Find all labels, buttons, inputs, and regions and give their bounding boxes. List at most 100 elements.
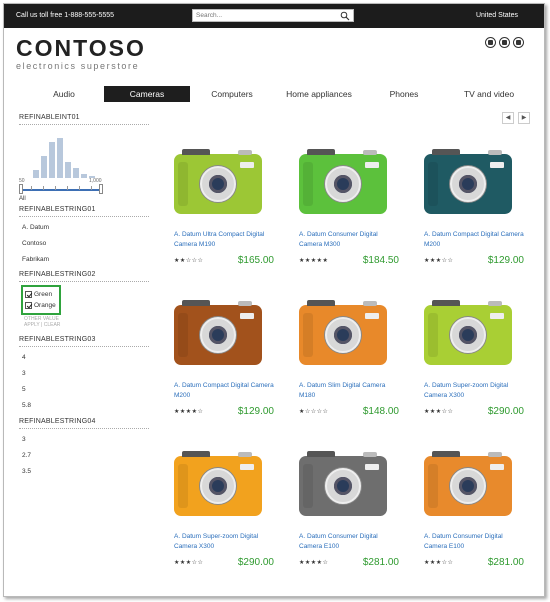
product-image[interactable] — [424, 149, 512, 214]
refiner-option[interactable]: 3 — [19, 432, 149, 448]
product-image[interactable] — [424, 451, 512, 516]
product-name[interactable]: A. Datum Super-zoom Digital Camera X300 — [424, 381, 524, 401]
cart-icon[interactable] — [499, 37, 510, 48]
apply-clear-row: APPLY | CLEAR — [24, 322, 61, 328]
prev-page-button[interactable]: ◀ — [502, 112, 514, 124]
product-image[interactable] — [299, 149, 387, 214]
slider-tick — [55, 186, 56, 190]
logo-tagline: electronics superstore — [16, 61, 140, 71]
product-card[interactable]: A. Datum Consumer Digital Camera E100 ★★★… — [289, 446, 399, 586]
camera-grip — [303, 313, 313, 357]
camera-lens — [200, 166, 236, 202]
camera-shutter — [238, 452, 252, 457]
product-name[interactable]: A. Datum Super-zoom Digital Camera X300 — [174, 532, 274, 552]
camera-shutter — [488, 301, 502, 306]
camera-lens — [200, 468, 236, 504]
search-input[interactable] — [196, 12, 336, 19]
refiner-option[interactable]: 5.8 — [19, 398, 149, 414]
product-image[interactable] — [299, 451, 387, 516]
tab-cameras[interactable]: Cameras — [104, 86, 190, 102]
product-card[interactable]: A. Datum Ultra Compact Digital Camera M1… — [164, 144, 274, 284]
product-name[interactable]: A. Datum Compact Digital Camera M200 — [424, 230, 524, 250]
product-card[interactable]: A. Datum Super-zoom Digital Camera X300 ★… — [414, 295, 524, 435]
histogram-bar — [65, 162, 71, 178]
product-price: $281.00 — [487, 557, 524, 568]
product-name[interactable]: A. Datum Consumer Digital Camera M300 — [299, 230, 399, 250]
product-rating: ★★★☆☆ — [424, 258, 454, 264]
refiner-option[interactable]: Contoso — [19, 236, 149, 252]
histogram-bar — [49, 142, 55, 178]
camera-lens — [450, 166, 486, 202]
camera-shutter — [238, 301, 252, 306]
help-icon[interactable] — [485, 37, 496, 48]
product-card[interactable]: A. Datum Super-zoom Digital Camera X300 ★… — [164, 446, 274, 586]
camera-grip — [178, 162, 188, 206]
product-card[interactable]: A. Datum Slim Digital Camera M180 ★☆☆☆☆ $1… — [289, 295, 399, 435]
camera-grip — [303, 464, 313, 508]
tab-audio[interactable]: Audio — [24, 86, 104, 102]
next-page-button[interactable]: ▶ — [518, 112, 530, 124]
histogram-bar — [41, 156, 47, 178]
question-icon[interactable] — [513, 37, 524, 48]
site-logo[interactable]: CONTOSO electronics superstore — [16, 36, 146, 71]
slider-handle-min[interactable] — [19, 184, 23, 194]
product-price: $165.00 — [237, 255, 274, 266]
product-rating: ★★★★★ — [299, 258, 329, 264]
refiner-option[interactable]: 5 — [19, 382, 149, 398]
refiner-title-string04: REFINABLESTRING04 — [19, 418, 149, 429]
camera-top — [307, 149, 335, 155]
product-card[interactable]: A. Datum Compact Digital Camera M200 ★★★☆… — [414, 144, 524, 284]
camera-top — [182, 451, 210, 457]
product-rating: ★★☆☆☆ — [174, 258, 204, 264]
refiner-option[interactable]: A. Datum — [19, 220, 149, 236]
slider-tick — [79, 186, 80, 190]
checkbox-green[interactable]: Green — [25, 289, 57, 300]
search-box[interactable] — [192, 9, 354, 22]
product-name[interactable]: A. Datum Consumer Digital Camera E100 — [299, 532, 399, 552]
camera-shutter — [363, 452, 377, 457]
camera-grip — [303, 162, 313, 206]
search-icon[interactable] — [340, 11, 350, 21]
product-image[interactable] — [299, 300, 387, 365]
camera-top — [432, 451, 460, 457]
product-rating: ★★★☆☆ — [424, 560, 454, 566]
product-image[interactable] — [174, 149, 262, 214]
product-name[interactable]: A. Datum Consumer Digital Camera E100 — [424, 532, 524, 552]
product-image[interactable] — [174, 300, 262, 365]
clear-button[interactable]: CLEAR — [44, 322, 61, 328]
tab-home-appliances[interactable]: Home appliances — [274, 86, 364, 102]
product-price: $129.00 — [237, 406, 274, 417]
tab-tv-and-video[interactable]: TV and video — [444, 86, 534, 102]
slider-tick — [67, 186, 68, 190]
refiner-option[interactable]: Fabrikam — [19, 252, 149, 268]
product-image[interactable] — [424, 300, 512, 365]
product-price: $148.00 — [362, 406, 399, 417]
product-name[interactable]: A. Datum Slim Digital Camera M180 — [299, 381, 399, 401]
product-card[interactable]: A. Datum Consumer Digital Camera E100 ★★★… — [414, 446, 524, 586]
product-price: $290.00 — [237, 557, 274, 568]
product-card[interactable]: A. Datum Compact Digital Camera M200 ★★★★… — [164, 295, 274, 435]
checkbox-orange[interactable]: Orange — [25, 300, 57, 311]
product-name[interactable]: A. Datum Compact Digital Camera M200 — [174, 381, 274, 401]
product-name[interactable]: A. Datum Ultra Compact Digital Camera M1… — [174, 230, 274, 250]
product-image[interactable] — [174, 451, 262, 516]
product-card[interactable]: A. Datum Consumer Digital Camera M300 ★★★… — [289, 144, 399, 284]
checkbox-checked-icon[interactable] — [25, 291, 32, 298]
slider-handle-max[interactable] — [99, 184, 103, 194]
refiner-option[interactable]: 3.5 — [19, 464, 149, 480]
tab-phones[interactable]: Phones — [364, 86, 444, 102]
refiner-title-string02: REFINABLESTRING02 — [19, 271, 149, 282]
camera-shutter — [488, 150, 502, 155]
refiner-option[interactable]: 3 — [19, 366, 149, 382]
refiner-option[interactable]: 4 — [19, 350, 149, 366]
apply-button[interactable]: APPLY — [24, 322, 40, 328]
camera-grip — [428, 464, 438, 508]
tab-computers[interactable]: Computers — [190, 86, 274, 102]
country-selector[interactable]: United States — [476, 12, 518, 19]
range-slider[interactable]: 50 1,000 — [19, 178, 149, 194]
range-all-label[interactable]: All — [19, 196, 149, 202]
refiner-option[interactable]: 2.7 — [19, 448, 149, 464]
product-rating: ★★★☆☆ — [424, 409, 454, 415]
camera-lens — [450, 317, 486, 353]
checkbox-checked-icon[interactable] — [25, 302, 32, 309]
